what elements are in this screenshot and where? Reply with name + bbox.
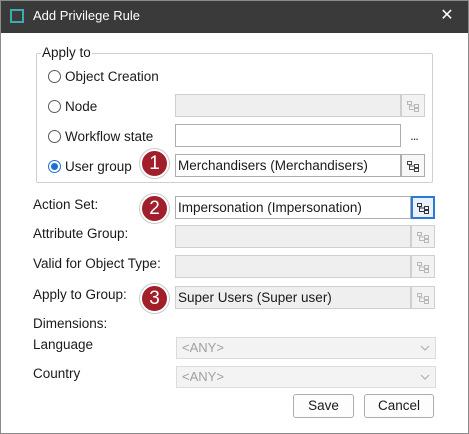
tree-picker-icon (417, 202, 429, 214)
node-tree-picker-button (401, 94, 425, 117)
apply-to-group-label: Apply to Group: (33, 287, 127, 302)
apply-to-group-tree-picker-button (411, 286, 435, 309)
chevron-down-icon (420, 374, 430, 380)
callout-badge-2: 2 (140, 194, 169, 223)
attribute-group-label: Attribute Group: (33, 226, 129, 241)
user-group-field[interactable]: Merchandisers (Merchandisers) (175, 154, 401, 177)
radio-node[interactable]: Node (48, 96, 97, 116)
action-set-label: Action Set: (33, 197, 99, 212)
radio-label: Node (65, 98, 98, 114)
window-title: Add Privilege Rule (33, 8, 140, 23)
radio-circle (48, 99, 61, 113)
country-select[interactable]: <ANY> (176, 366, 436, 388)
workflow-state-field[interactable] (175, 124, 401, 147)
cancel-button[interactable]: Cancel (364, 394, 434, 418)
radio-label: Object Creation (65, 68, 159, 84)
workflow-browse-button[interactable]: ... (402, 124, 426, 147)
tree-picker-icon (407, 100, 419, 112)
apply-to-group-field: Super Users (Super user) (175, 286, 411, 309)
callout-badge-3: 3 (140, 284, 169, 313)
country-label: Country (33, 366, 81, 381)
radio-user-group[interactable]: User group (48, 156, 132, 176)
dimensions-label: Dimensions: (33, 316, 108, 331)
radio-circle (48, 129, 61, 143)
attribute-group-tree-picker-button (411, 225, 435, 248)
node-field (175, 94, 401, 117)
tree-picker-icon (417, 231, 429, 243)
action-set-tree-picker-button[interactable] (411, 196, 435, 219)
radio-circle (48, 69, 61, 83)
user-group-tree-picker-button[interactable] (401, 154, 425, 177)
radio-object-creation[interactable]: Object Creation (48, 66, 159, 86)
valid-object-type-tree-picker-button (411, 255, 435, 278)
tree-picker-icon (407, 160, 419, 172)
save-button[interactable]: Save (293, 394, 354, 418)
callout-badge-1: 1 (140, 149, 169, 178)
language-select[interactable]: <ANY> (176, 337, 436, 359)
radio-label: Workflow state (65, 128, 154, 144)
tree-picker-icon (417, 292, 429, 304)
language-label: Language (33, 337, 94, 352)
close-button[interactable]: ✕ (434, 4, 460, 28)
valid-object-type-label: Valid for Object Type: (33, 256, 161, 271)
valid-object-type-field (175, 255, 411, 278)
radio-workflow-state[interactable]: Workflow state (48, 126, 153, 146)
language-select-value: <ANY> (182, 340, 224, 355)
tree-picker-icon (417, 261, 429, 273)
country-select-value: <ANY> (182, 369, 224, 384)
apply-to-legend: Apply to (41, 45, 92, 60)
radio-label: User group (65, 158, 132, 174)
radio-circle-selected (48, 159, 61, 173)
attribute-group-field (175, 225, 411, 248)
chevron-down-icon (420, 345, 430, 351)
title-bar: Add Privilege Rule ✕ (0, 0, 469, 33)
window-app-icon (10, 9, 24, 23)
action-set-field[interactable]: Impersonation (Impersonation) (175, 196, 411, 219)
